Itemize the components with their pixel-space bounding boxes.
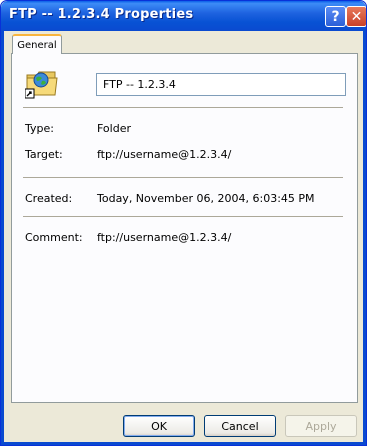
help-button[interactable]: ? [325,6,346,27]
window-title: FTP -- 1.2.3.4 Properties [9,7,194,22]
window-border-bottom [1,442,366,445]
comment-label: Comment: [25,231,83,244]
window-border-left [1,31,4,445]
target-label: Target: [25,148,63,161]
created-label: Created: [25,192,73,205]
separator [23,177,343,178]
close-button[interactable]: ✕ [346,6,366,27]
name-field-value: FTP -- 1.2.3.4 [103,78,176,91]
type-value: Folder [97,122,131,135]
apply-button[interactable]: Apply [285,415,357,437]
properties-dialog: FTP -- 1.2.3.4 Properties ? ✕ General FT… [0,0,367,446]
help-icon: ? [331,8,340,25]
cancel-button-label: Cancel [221,419,259,433]
created-value: Today, November 06, 2004, 6:03:45 PM [97,192,315,205]
tab-general[interactable]: General [12,34,62,54]
type-label: Type: [25,122,54,135]
separator [23,107,343,108]
comment-value: ftp://username@1.2.3.4/ [97,231,232,244]
title-bar[interactable]: FTP -- 1.2.3.4 Properties ? ✕ [1,1,366,31]
window-border-right [363,31,366,445]
cancel-button[interactable]: Cancel [204,415,276,437]
apply-button-label: Apply [305,419,337,433]
general-tab-panel: FTP -- 1.2.3.4 Type: Folder Target: ftp:… [11,53,358,403]
name-field[interactable]: FTP -- 1.2.3.4 [96,73,346,96]
separator [23,216,343,217]
target-value: ftp://username@1.2.3.4/ [97,148,232,161]
ok-button-label: OK [151,419,167,433]
ftp-folder-shortcut-icon [24,67,59,99]
tab-general-label: General [17,39,57,51]
ok-button[interactable]: OK [123,415,195,437]
close-icon: ✕ [350,8,363,25]
